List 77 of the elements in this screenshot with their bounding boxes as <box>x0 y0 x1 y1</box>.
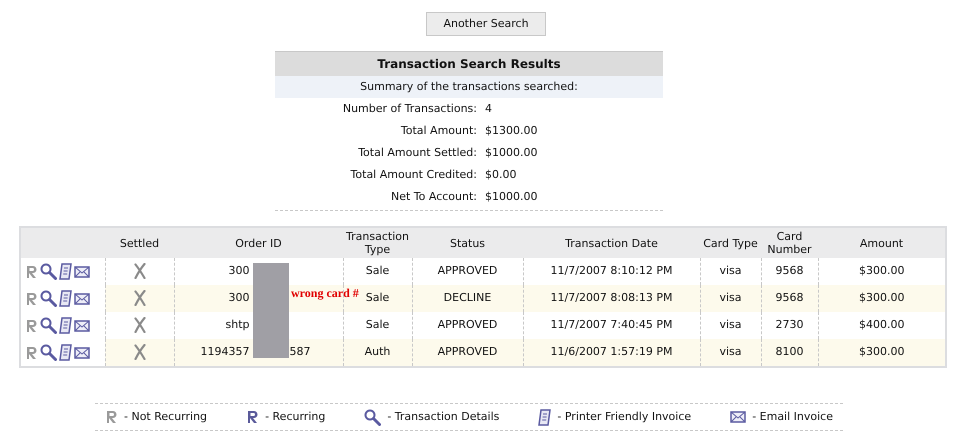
another-search-button[interactable]: Another Search <box>426 12 546 36</box>
invoice-icon[interactable] <box>59 290 72 307</box>
table-cell: visa <box>719 345 742 358</box>
email-icon[interactable] <box>74 266 90 278</box>
email-icon[interactable] <box>74 346 90 358</box>
table-cell: $400.00 <box>859 318 904 332</box>
invoice-icon <box>538 408 552 426</box>
legend-label: - Email Invoice <box>752 408 833 425</box>
summary-value: $0.00 <box>485 166 516 183</box>
column-header: Order ID <box>235 236 282 250</box>
legend-label: - Printer Friendly Invoice <box>557 408 692 425</box>
column-header: Settled <box>120 236 160 250</box>
table-cell: Sale <box>366 318 390 332</box>
legend-label: - Transaction Details <box>387 408 500 425</box>
annotation-text: wrong card # <box>291 285 359 302</box>
summary-label: Total Amount: <box>400 122 478 139</box>
table-cell: APPROVED <box>438 345 498 358</box>
email-icon[interactable] <box>74 292 90 304</box>
summary-value: $1300.00 <box>485 122 538 139</box>
email-icon <box>730 411 746 423</box>
table-cell: visa <box>719 291 742 304</box>
order-id: 1194357 <box>200 345 250 358</box>
search-icon <box>364 408 382 426</box>
table-cell: 9568 <box>776 291 804 304</box>
recurring-icon <box>246 410 260 424</box>
order-id: shtp <box>226 318 250 332</box>
table-cell: $300.00 <box>859 291 904 304</box>
table-cell: 11/7/2007 8:10:12 PM <box>550 264 672 278</box>
table-cell: $300.00 <box>859 264 904 278</box>
table-cell: 2730 <box>776 318 804 332</box>
column-header: Status <box>450 236 486 250</box>
table-cell: APPROVED <box>438 264 498 278</box>
search-icon[interactable] <box>40 263 57 280</box>
summary-label: Total Amount Settled: <box>357 144 478 161</box>
summary-subtitle: Summary of the transactions searched: <box>275 76 663 98</box>
column-header: Amount <box>860 236 904 250</box>
search-icon[interactable] <box>40 344 57 361</box>
table-cell: visa <box>719 264 742 278</box>
table-cell: DECLINE <box>444 291 492 304</box>
table-cell: Sale <box>366 264 390 278</box>
column-header: Transaction Type <box>346 230 409 256</box>
table-cell: Auth <box>364 345 390 358</box>
order-id: 587 <box>290 345 310 358</box>
table-cell: visa <box>719 318 742 332</box>
search-icon[interactable] <box>40 317 57 334</box>
table-cell: 11/6/2007 1:57:19 PM <box>550 345 672 358</box>
summary-value: 4 <box>485 100 492 117</box>
table-cell: 11/7/2007 7:40:45 PM <box>550 318 672 332</box>
table-cell: 8100 <box>776 345 804 358</box>
table-cell: APPROVED <box>438 318 498 332</box>
column-header: Card Type <box>703 236 758 250</box>
not-recurring-icon <box>25 318 38 332</box>
not-recurring-icon <box>25 264 38 278</box>
email-icon[interactable] <box>74 320 90 332</box>
table-cell: Sale <box>366 291 390 304</box>
invoice-icon[interactable] <box>59 263 72 280</box>
summary-value: $1000.00 <box>485 144 538 161</box>
not-recurring-icon <box>25 292 38 306</box>
table-cell: 9568 <box>776 264 804 278</box>
invoice-icon[interactable] <box>59 317 72 334</box>
order-id: 300 <box>228 264 250 278</box>
summary-label: Number of Transactions: <box>342 100 478 117</box>
invoice-icon[interactable] <box>59 344 72 361</box>
not-recurring-icon <box>105 410 118 424</box>
summary-label: Total Amount Credited: <box>350 166 478 183</box>
column-header: Card Number <box>767 230 812 256</box>
not-recurring-icon <box>25 346 38 360</box>
summary-label: Net To Account: <box>390 188 478 205</box>
table-cell: 11/7/2007 8:08:13 PM <box>550 291 672 304</box>
column-header: Transaction Date <box>565 236 658 250</box>
legend-label: - Recurring <box>265 408 326 425</box>
search-icon[interactable] <box>40 290 57 307</box>
summary-title: Transaction Search Results <box>275 51 663 76</box>
table-cell: $300.00 <box>859 345 904 358</box>
order-id: 300 <box>228 291 250 304</box>
summary-value: $1000.00 <box>485 188 538 205</box>
legend-label: - Not Recurring <box>124 408 208 425</box>
